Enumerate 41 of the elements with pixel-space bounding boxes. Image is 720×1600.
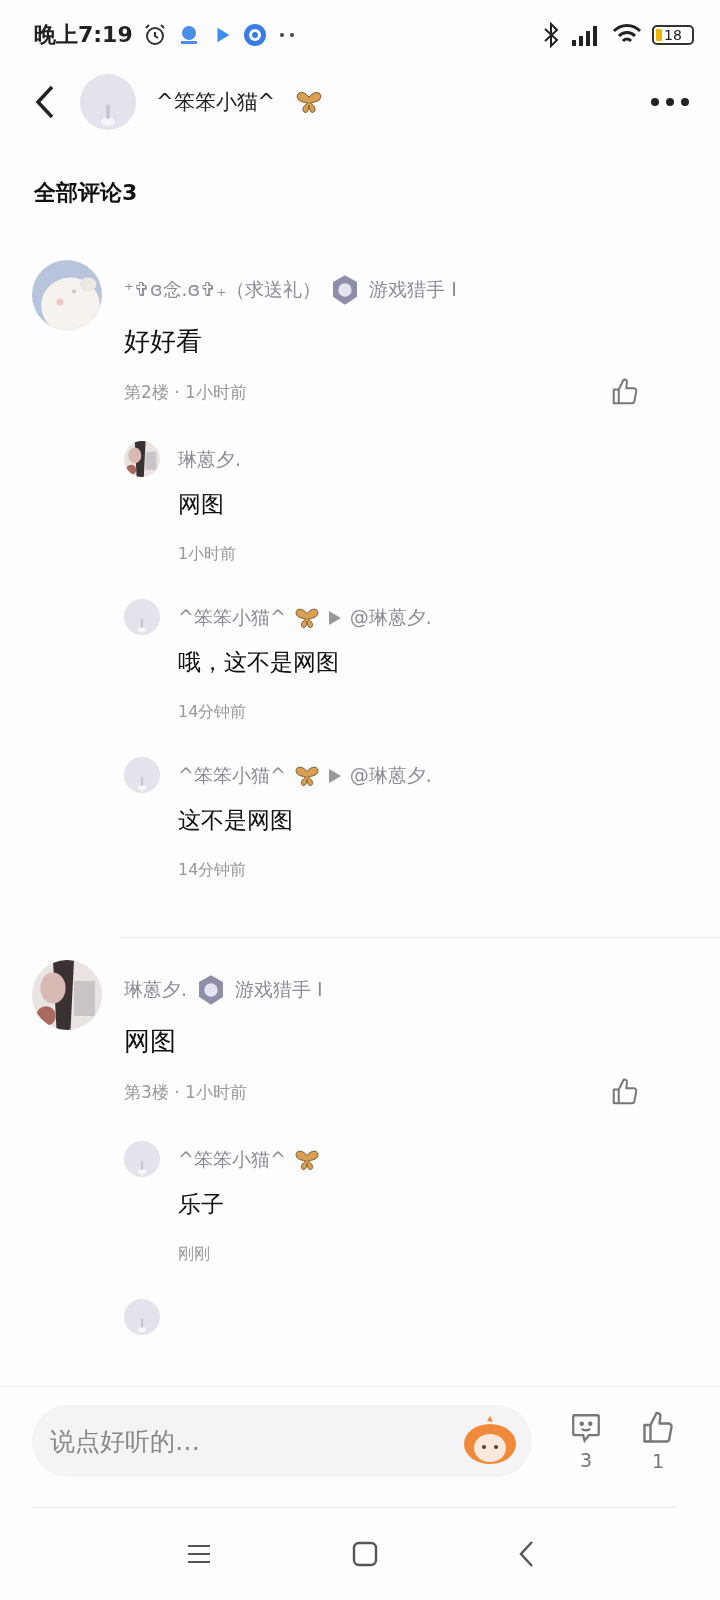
comment-author: ⁺✞ɞ念.ɞ✞₊（求送礼）: [124, 277, 322, 302]
reply-text: 乐子: [178, 1190, 225, 1219]
badge-label: 游戏猎手 Ⅰ: [235, 977, 323, 1002]
reply-text: 网图: [178, 490, 225, 519]
mention-link[interactable]: @琳蒽夕.: [349, 605, 432, 631]
status-time: 晚上7:19: [34, 21, 133, 49]
more-icon[interactable]: [650, 97, 690, 107]
reply-text: 这不是网图: [178, 806, 294, 835]
header-title: ^笨笨小猫^: [156, 89, 276, 116]
reply-time: 1小时前: [178, 544, 238, 565]
comment-count: 3: [579, 1449, 593, 1471]
play-arrow-icon: [327, 768, 342, 784]
reply-author: ^笨笨小猫^: [178, 605, 286, 630]
comment-text: 好好看: [124, 325, 203, 358]
reply-time: 14分钟前: [178, 860, 248, 881]
comment-text: 网图: [124, 1025, 177, 1058]
comment-author: 琳蒽夕.: [124, 977, 188, 1002]
reply-author: 琳蒽夕.: [178, 447, 242, 472]
home-icon[interactable]: [352, 1541, 378, 1567]
reply-time: 刚刚: [178, 1244, 211, 1265]
reply-text: 哦，这不是网图: [178, 648, 340, 677]
mention-link[interactable]: @琳蒽夕.: [349, 763, 432, 789]
play-arrow-icon: [327, 610, 342, 626]
comment-meta: 第3楼 · 1小时前: [124, 1080, 247, 1104]
thumbs-up-icon[interactable]: [640, 1410, 676, 1446]
comment-input[interactable]: 说点好听的…: [32, 1405, 532, 1477]
battery-indicator: 18: [652, 25, 694, 45]
menu-icon[interactable]: [186, 1543, 212, 1565]
reply-author: ^笨笨小猫^: [178, 1147, 286, 1172]
thumbs-up-icon[interactable]: [610, 377, 640, 407]
reply-author: ^笨笨小猫^: [178, 763, 286, 788]
like-count: 1: [651, 1450, 665, 1472]
comment-meta: 第2楼 · 1小时前: [124, 380, 247, 404]
badge-label: 游戏猎手 Ⅰ: [369, 277, 457, 302]
section-title: 全部评论3: [33, 179, 139, 207]
thumbs-up-icon[interactable]: [610, 1077, 640, 1107]
circle-app-icon: [242, 23, 267, 47]
reply-time: 14分钟前: [178, 702, 248, 723]
back-nav-icon[interactable]: [518, 1540, 534, 1568]
bluetooth-icon: [542, 22, 560, 48]
mascot-icon: [462, 1416, 518, 1466]
